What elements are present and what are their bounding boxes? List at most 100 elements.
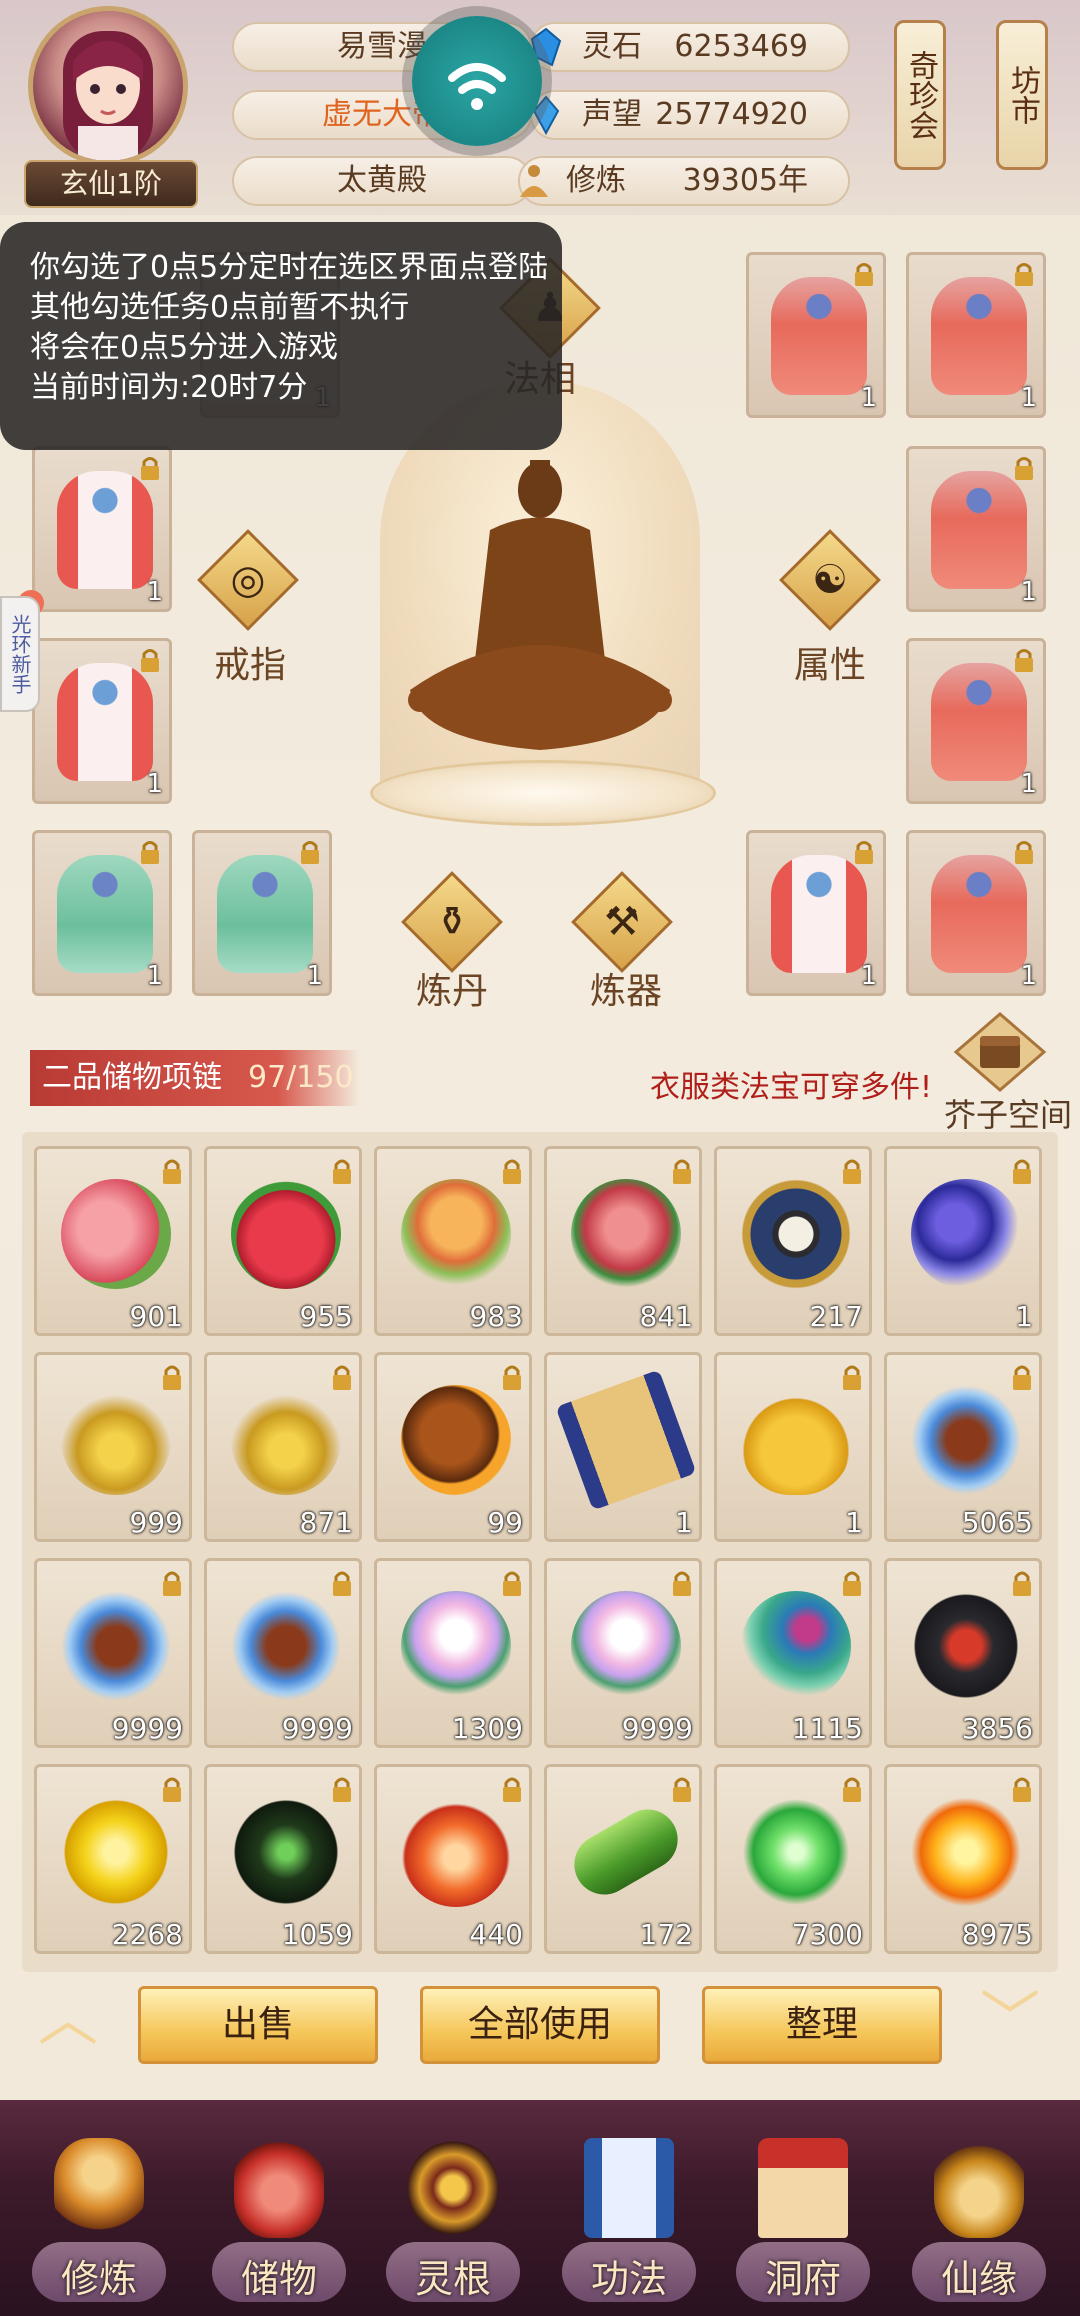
inventory-item[interactable]: 1115 xyxy=(714,1558,872,1748)
equipment-slot[interactable]: 1 xyxy=(906,446,1046,612)
nav-spirit-root[interactable]: 灵根 xyxy=(378,2130,528,2310)
item-count: 871 xyxy=(299,1506,353,1539)
nav-techniques[interactable]: 功法 xyxy=(554,2130,704,2310)
nav-fate[interactable]: 仙缘 xyxy=(904,2130,1054,2310)
lotus-fruit-icon xyxy=(401,1179,511,1289)
inventory-item[interactable]: 999 xyxy=(34,1352,192,1542)
meditation-icon xyxy=(520,165,548,197)
robe-icon xyxy=(931,663,1027,781)
inventory-item[interactable]: 9999 xyxy=(34,1558,192,1748)
equipment-slot[interactable]: 1 xyxy=(906,252,1046,418)
halo-newbie-tab[interactable]: 光环新手 xyxy=(0,596,40,712)
equipment-slot[interactable]: 1 xyxy=(32,638,172,804)
scroll-up-chevron-icon[interactable]: ︿ xyxy=(28,1990,108,2050)
item-count: 841 xyxy=(639,1300,693,1333)
inventory-item[interactable]: 2268 xyxy=(34,1764,193,1954)
floating-wifi-button[interactable] xyxy=(412,16,542,146)
inventory-item[interactable]: 172 xyxy=(544,1764,702,1954)
inventory-item[interactable]: 9999 xyxy=(544,1558,702,1748)
inventory-item[interactable]: 8975 xyxy=(884,1764,1042,1954)
bag-capacity: 97/150 xyxy=(248,1060,354,1095)
inventory-item[interactable]: 7300 xyxy=(714,1764,872,1954)
nav-cave-abode[interactable]: 洞府 xyxy=(728,2130,878,2310)
lock-icon xyxy=(163,1571,181,1596)
anvil-icon: ⚒ xyxy=(604,899,640,945)
equipment-slot[interactable]: 1 xyxy=(906,638,1046,804)
item-count: 999 xyxy=(129,1506,183,1539)
slot-count: 1 xyxy=(146,769,163,799)
lock-icon xyxy=(141,841,159,864)
inventory-item[interactable]: 983 xyxy=(374,1146,532,1336)
inventory-item[interactable]: 440 xyxy=(374,1764,532,1954)
bag-title: 二品储物项链 xyxy=(42,1060,222,1095)
equipment-slot[interactable]: 1 xyxy=(906,830,1046,996)
lock-icon xyxy=(843,1571,861,1596)
equipment-slot[interactable]: 1 xyxy=(192,830,332,996)
nav-storage[interactable]: 储物 xyxy=(204,2130,354,2310)
toast-line: 你勾选了0点5分定时在选区界面点登陆 xyxy=(30,250,549,285)
inventory-item[interactable]: 1309 xyxy=(374,1558,532,1748)
equipment-slot[interactable]: 1 xyxy=(746,830,886,996)
halo-newbie-label: 光环新手 xyxy=(8,614,32,694)
sell-button[interactable]: 出售 xyxy=(138,1986,378,2064)
slot-count: 1 xyxy=(860,961,877,991)
item-count: 1059 xyxy=(281,1918,353,1951)
lily-flower-icon xyxy=(571,1591,681,1701)
equipment-slot[interactable]: 1 xyxy=(32,446,172,612)
item-count: 9999 xyxy=(281,1712,353,1745)
lock-icon xyxy=(1015,841,1033,864)
item-count: 5065 xyxy=(961,1506,1033,1539)
inventory-item[interactable]: 871 xyxy=(204,1352,362,1542)
toast-line: 将会在0点5分进入游戏 xyxy=(30,330,339,365)
attribute-button[interactable]: ☯ xyxy=(779,529,881,631)
robe-icon xyxy=(57,663,153,781)
yinyang-compass-icon xyxy=(741,1179,851,1289)
cauldron-icon: ⚱ xyxy=(435,899,469,945)
ring-button[interactable]: ◎ xyxy=(197,529,299,631)
lock-icon xyxy=(301,841,319,864)
inventory-item[interactable]: 3856 xyxy=(884,1558,1042,1748)
spirit-herb-icon xyxy=(61,1591,171,1701)
forge-button[interactable]: ⚒ xyxy=(571,871,673,973)
inventory-item[interactable]: 99 xyxy=(374,1352,532,1542)
sort-button[interactable]: 整理 xyxy=(702,1986,942,2064)
lock-icon xyxy=(855,841,873,864)
lock-icon xyxy=(1015,457,1033,480)
inventory-item[interactable]: 841 xyxy=(544,1146,702,1336)
lock-icon xyxy=(141,649,159,672)
inventory-item[interactable]: 217 xyxy=(714,1146,872,1336)
slot-count: 1 xyxy=(306,961,323,991)
inventory-item[interactable]: 1 xyxy=(544,1352,702,1542)
slot-count: 1 xyxy=(146,577,163,607)
scroll-down-chevron-icon[interactable]: ﹀ xyxy=(970,1990,1050,2050)
inventory-item[interactable]: 5065 xyxy=(884,1352,1042,1542)
player-avatar[interactable] xyxy=(28,6,188,166)
mustard-space-button[interactable] xyxy=(950,1012,1050,1092)
item-count: 3856 xyxy=(961,1712,1033,1745)
pouch-icon xyxy=(741,1385,851,1495)
nav-label: 洞府 xyxy=(764,2257,841,2301)
market-button[interactable]: 坊市 xyxy=(996,20,1048,170)
lock-icon xyxy=(333,1159,351,1184)
inventory-item[interactable]: 901 xyxy=(34,1146,192,1336)
inventory-item[interactable]: 955 xyxy=(204,1146,362,1336)
alchemy-button[interactable]: ⚱ xyxy=(401,871,503,973)
lock-icon xyxy=(163,1365,181,1390)
lock-icon xyxy=(163,1159,181,1184)
inventory-item[interactable]: 9999 xyxy=(204,1558,362,1748)
treasure-fair-button[interactable]: 奇珍会 xyxy=(894,20,946,170)
nav-cultivate[interactable]: 修炼 xyxy=(24,2130,174,2310)
equipment-slot[interactable]: 1 xyxy=(746,252,886,418)
inventory-item[interactable]: 1059 xyxy=(204,1764,362,1954)
treasure-chest-icon xyxy=(953,1012,1047,1092)
inventory-item[interactable]: 1 xyxy=(714,1352,872,1542)
item-count: 955 xyxy=(299,1300,353,1333)
item-count: 1 xyxy=(1015,1300,1033,1333)
resource-value: 6253469 xyxy=(674,29,808,64)
inventory-item[interactable]: 1 xyxy=(884,1146,1042,1336)
lock-icon xyxy=(1015,263,1033,286)
robe-icon xyxy=(217,855,313,973)
use-all-button[interactable]: 全部使用 xyxy=(420,1986,660,2064)
lock-icon xyxy=(141,457,159,480)
equipment-slot[interactable]: 1 xyxy=(32,830,172,996)
